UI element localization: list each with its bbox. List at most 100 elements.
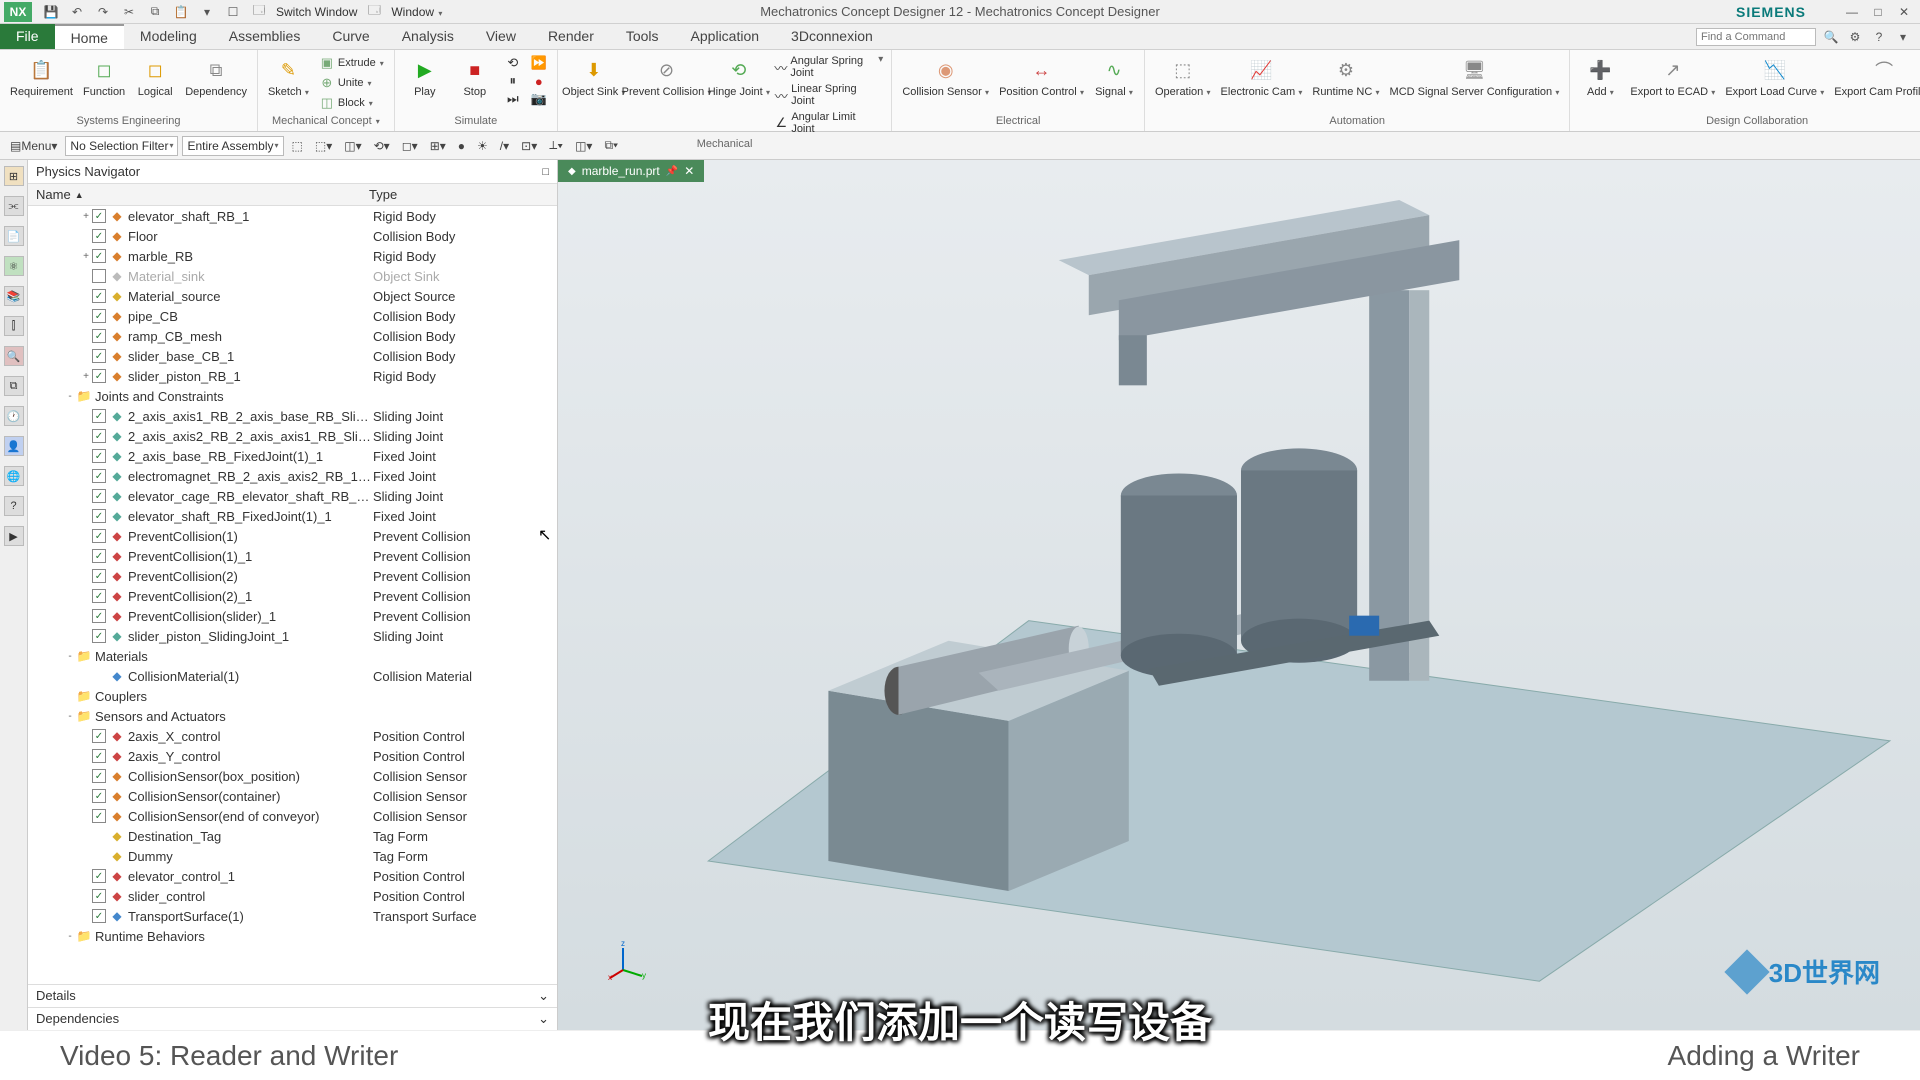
tree-row[interactable]: ✓◆CollisionSensor(box_position)Collision… bbox=[28, 766, 557, 786]
operation-button[interactable]: ⬚Operation ▾ bbox=[1153, 54, 1213, 100]
3d-viewport[interactable]: ◆ marble_run.prt 📌 ✕ bbox=[558, 160, 1920, 1030]
switch-window-icon[interactable]: 🗔 bbox=[250, 3, 268, 21]
tree-row[interactable]: ✓◆CollisionSensor(end of conveyor)Collis… bbox=[28, 806, 557, 826]
tree-row[interactable]: +✓◆elevator_shaft_RB_1Rigid Body bbox=[28, 206, 557, 226]
tb-icon-9[interactable]: /▾ bbox=[496, 136, 513, 156]
assembly-dropdown[interactable]: Entire Assembly▾ bbox=[182, 136, 283, 156]
tree-row[interactable]: ✓◆PreventCollision(slider)_1Prevent Coll… bbox=[28, 606, 557, 626]
tree-row[interactable]: ✓◆PreventCollision(2)_1Prevent Collision bbox=[28, 586, 557, 606]
tree-row[interactable]: 📁Couplers bbox=[28, 686, 557, 706]
rb-video-icon[interactable]: ▶ bbox=[4, 526, 24, 546]
touch-mode-icon[interactable]: ☐ bbox=[224, 3, 242, 21]
tab-curve[interactable]: Curve bbox=[316, 24, 385, 49]
rb-roles-icon[interactable]: 👤 bbox=[4, 436, 24, 456]
tree-row[interactable]: ✓◆Material_sinkObject Sink bbox=[28, 266, 557, 286]
tb-icon-4[interactable]: ⟲▾ bbox=[370, 136, 394, 156]
rb-sequence-editor-icon[interactable]: ⫿ bbox=[4, 316, 24, 336]
rb-assembly-navigator-icon[interactable]: ⊞ bbox=[4, 166, 24, 186]
signal-button[interactable]: ∿Signal ▾ bbox=[1092, 54, 1136, 100]
hinge-joint-button[interactable]: ⟲Hinge Joint ▾ bbox=[711, 54, 766, 100]
coordinate-system-icon[interactable]: z y x bbox=[608, 940, 648, 980]
tree-row[interactable]: +✓◆marble_RBRigid Body bbox=[28, 246, 557, 266]
step-icon[interactable]: ⏭ bbox=[503, 90, 523, 108]
restart-icon[interactable]: ⟲ bbox=[503, 54, 523, 72]
paste-icon[interactable]: 📋 bbox=[172, 3, 190, 21]
tree-row[interactable]: ✓◆elevator_shaft_RB_FixedJoint(1)_1Fixed… bbox=[28, 506, 557, 526]
tree-row[interactable]: ✓◆slider_piston_SlidingJoint_1Sliding Jo… bbox=[28, 626, 557, 646]
prevent-collision-button[interactable]: ⊘Prevent Collision ▾ bbox=[628, 54, 706, 100]
stop-button[interactable]: ■Stop bbox=[453, 54, 497, 100]
tab-assemblies[interactable]: Assemblies bbox=[213, 24, 317, 49]
tree-row[interactable]: ✓◆2_axis_axis1_RB_2_axis_base_RB_Sliding… bbox=[28, 406, 557, 426]
menu-button[interactable]: ▤ Menu ▾ bbox=[6, 136, 61, 156]
dependencies-section[interactable]: Dependencies⌄ bbox=[28, 1007, 557, 1030]
ribbon-options-icon[interactable]: ⚙ bbox=[1846, 28, 1864, 46]
rb-constraint-navigator-icon[interactable]: ⫘ bbox=[4, 196, 24, 216]
tree-row[interactable]: ✓◆TransportSurface(1)Transport Surface bbox=[28, 906, 557, 926]
tree-row[interactable]: ✓◆CollisionSensor(container)Collision Se… bbox=[28, 786, 557, 806]
rb-help-icon[interactable]: ? bbox=[4, 496, 24, 516]
tab-home[interactable]: Home bbox=[55, 24, 124, 49]
tree-row[interactable]: ✓◆2_axis_base_RB_FixedJoint(1)_1Fixed Jo… bbox=[28, 446, 557, 466]
tree-row[interactable]: ✓◆2_axis_axis2_RB_2_axis_axis1_RB_Slidin… bbox=[28, 426, 557, 446]
qat-more-icon[interactable]: ▾ bbox=[198, 3, 216, 21]
minimize-button[interactable]: — bbox=[1842, 4, 1862, 20]
object-sink-button[interactable]: ⬇Object Sink ▾ bbox=[566, 54, 622, 100]
redo-icon[interactable]: ↷ bbox=[94, 3, 112, 21]
tab-analysis[interactable]: Analysis bbox=[386, 24, 470, 49]
help-icon[interactable]: ? bbox=[1870, 28, 1888, 46]
tree-row[interactable]: ✓◆PreventCollision(1)_1Prevent Collision bbox=[28, 546, 557, 566]
export-cam-profile-button[interactable]: ⌒Export Cam Profile ▾ bbox=[1832, 54, 1920, 100]
add-button[interactable]: ➕Add ▾ bbox=[1578, 54, 1622, 100]
rb-history-icon[interactable]: 🕐 bbox=[4, 406, 24, 426]
tb-icon-1[interactable]: ⬚ bbox=[288, 136, 307, 156]
tree-row[interactable]: ✓◆elevator_control_1Position Control bbox=[28, 866, 557, 886]
tb-icon-11[interactable]: ⟂▾ bbox=[545, 136, 567, 156]
sketch-button[interactable]: ✎Sketch ▾ bbox=[266, 54, 311, 100]
collision-sensor-button[interactable]: ◉Collision Sensor ▾ bbox=[900, 54, 991, 100]
tree-row[interactable]: ◆CollisionMaterial(1)Collision Material bbox=[28, 666, 557, 686]
tree-row[interactable]: ✓◆FloorCollision Body bbox=[28, 226, 557, 246]
tb-icon-5[interactable]: ◻▾ bbox=[398, 136, 422, 156]
tree-row[interactable]: ✓◆2axis_X_controlPosition Control bbox=[28, 726, 557, 746]
switch-window-label[interactable]: Switch Window bbox=[276, 5, 357, 19]
window-menu-label[interactable]: Window ▾ bbox=[391, 5, 442, 19]
tab-modeling[interactable]: Modeling bbox=[124, 24, 213, 49]
block-button[interactable]: ◫Block▾ bbox=[317, 94, 386, 112]
snapshot-icon[interactable]: 📷 bbox=[529, 90, 549, 108]
dependency-button[interactable]: ⧉Dependency bbox=[183, 54, 249, 100]
tb-icon-8[interactable]: ☀ bbox=[473, 136, 492, 156]
tb-icon-6[interactable]: ⊞▾ bbox=[426, 136, 450, 156]
play-button[interactable]: ▶Play bbox=[403, 54, 447, 100]
pause-icon[interactable]: ⏸ bbox=[503, 72, 523, 90]
tree-row[interactable]: -📁Joints and Constraints bbox=[28, 386, 557, 406]
tree-row[interactable]: ✓◆slider_base_CB_1Collision Body bbox=[28, 346, 557, 366]
tb-icon-10[interactable]: ⊡▾ bbox=[517, 136, 541, 156]
tree-row[interactable]: +✓◆slider_piston_RB_1Rigid Body bbox=[28, 366, 557, 386]
tree-row[interactable]: ✓◆pipe_CBCollision Body bbox=[28, 306, 557, 326]
tree-row[interactable]: ◆Destination_TagTag Form bbox=[28, 826, 557, 846]
tree-row[interactable]: -📁Runtime Behaviors bbox=[28, 926, 557, 946]
tab-view[interactable]: View bbox=[470, 24, 532, 49]
save-icon[interactable]: 💾 bbox=[42, 3, 60, 21]
rb-runtime-inspector-icon[interactable]: 🔍 bbox=[4, 346, 24, 366]
search-icon[interactable]: 🔍 bbox=[1822, 28, 1840, 46]
panel-pin-icon[interactable]: □ bbox=[542, 166, 549, 178]
function-button[interactable]: ◻Function bbox=[81, 54, 127, 100]
tree-row[interactable]: ✓◆ramp_CB_meshCollision Body bbox=[28, 326, 557, 346]
copy-icon[interactable]: ⧉ bbox=[146, 3, 164, 21]
angular-limit-joint-button[interactable]: ∠Angular Limit Joint bbox=[772, 110, 872, 136]
logical-button[interactable]: ◻Logical bbox=[133, 54, 177, 100]
col-header-type[interactable]: Type bbox=[369, 187, 549, 202]
selection-filter-dropdown[interactable]: No Selection Filter▾ bbox=[65, 136, 178, 156]
col-header-name[interactable]: Name ▲ bbox=[36, 187, 369, 202]
tab-3dconnexion[interactable]: 3Dconnexion bbox=[775, 24, 889, 49]
restore-button[interactable]: □ bbox=[1868, 4, 1888, 20]
export-ecad-button[interactable]: ↗Export to ECAD ▾ bbox=[1628, 54, 1717, 100]
rb-part-navigator-icon[interactable]: 📄 bbox=[4, 226, 24, 246]
tree-row[interactable]: ✓◆slider_controlPosition Control bbox=[28, 886, 557, 906]
minimize-ribbon-icon[interactable]: ▾ bbox=[1894, 28, 1912, 46]
rb-dependency-icon[interactable]: ⧉ bbox=[4, 376, 24, 396]
mcd-signal-server-button[interactable]: 🖥MCD Signal Server Configuration ▾ bbox=[1388, 54, 1562, 100]
window-icon[interactable]: 🗔 bbox=[365, 3, 383, 21]
